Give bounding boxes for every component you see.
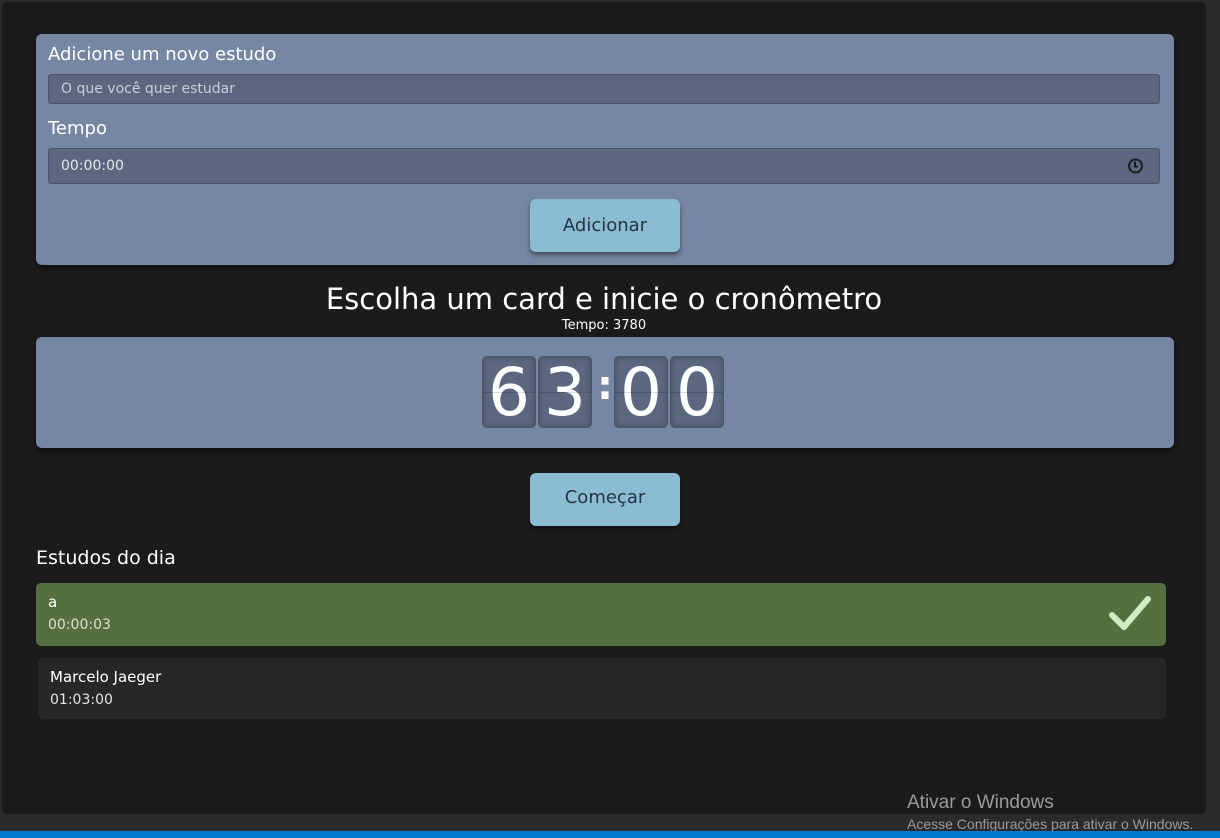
time-label: Tempo [48, 118, 107, 139]
timer-separator: : [597, 363, 613, 409]
tempo-text: Tempo: 3780 [561, 318, 647, 333]
study-label: Adicione um novo estudo [48, 44, 277, 65]
timer-digit: 0 [670, 356, 724, 429]
studies-title: Estudos do dia [36, 547, 176, 569]
clock-icon[interactable] [1128, 158, 1143, 174]
add-study-form: Adicione um novo estudo O que você quer … [36, 34, 1174, 265]
check-icon [1109, 596, 1151, 630]
study-card[interactable]: Marcelo Jaeger 01:03:00 [38, 658, 1166, 719]
timer-display: 6 3 : 0 0 [36, 337, 1174, 448]
time-input[interactable]: 00:00:00 [48, 148, 1160, 184]
study-name: Marcelo Jaeger [50, 668, 162, 686]
study-time: 00:00:03 [48, 617, 111, 633]
app-window: Adicione um novo estudo O que você quer … [2, 2, 1206, 814]
timer-heading: Escolha um card e inicie o cronômetro [325, 282, 883, 316]
start-button[interactable]: Começar [530, 473, 680, 526]
study-name: a [48, 593, 58, 611]
study-time: 01:03:00 [50, 692, 113, 708]
study-input[interactable]: O que você quer estudar [48, 74, 1160, 104]
timer-digit: 0 [614, 356, 668, 429]
add-button[interactable]: Adicionar [530, 199, 680, 252]
study-card[interactable]: a 00:00:03 [36, 583, 1166, 646]
time-input-value: 00:00:00 [61, 158, 124, 174]
status-bar [0, 831, 1220, 838]
timer-digit: 3 [538, 356, 592, 429]
windows-activation-title: Ativar o Windows [907, 792, 1054, 813]
study-input-placeholder: O que você quer estudar [61, 81, 235, 97]
timer-digit: 6 [482, 356, 536, 429]
windows-activation-subtitle: Acesse Configurações para ativar o Windo… [907, 816, 1194, 832]
